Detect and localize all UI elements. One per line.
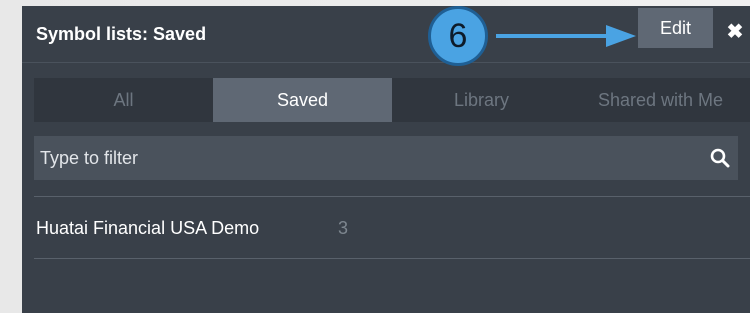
panel-header: Symbol lists: Saved Edit ✖	[22, 6, 750, 63]
list-divider-top	[34, 196, 750, 197]
step-callout-badge: 6	[428, 6, 488, 66]
panel-title: Symbol lists: Saved	[36, 24, 207, 44]
tab-all[interactable]: All	[34, 78, 213, 122]
list-item[interactable]: Huatai Financial USA Demo 3	[22, 202, 750, 256]
filter-input[interactable]	[34, 136, 694, 180]
close-icon[interactable]: ✖	[725, 20, 745, 44]
list-item-count: 3	[338, 218, 349, 238]
tab-shared-with-me[interactable]: Shared with Me	[571, 78, 750, 122]
callout-arrow-icon	[496, 25, 636, 47]
search-icon[interactable]	[710, 148, 730, 168]
screenshot-stage: Symbol lists: Saved Edit ✖ All Saved Lib…	[0, 0, 750, 313]
symbol-lists-panel: Symbol lists: Saved Edit ✖ All Saved Lib…	[22, 6, 750, 313]
filter-box	[34, 136, 738, 180]
list-divider-bottom	[34, 258, 750, 259]
tab-library[interactable]: Library	[392, 78, 571, 122]
list-item-name: Huatai Financial USA Demo	[36, 218, 260, 238]
edit-button[interactable]: Edit	[638, 8, 713, 48]
tab-saved[interactable]: Saved	[213, 78, 392, 122]
list-tabs: All Saved Library Shared with Me	[34, 78, 750, 122]
